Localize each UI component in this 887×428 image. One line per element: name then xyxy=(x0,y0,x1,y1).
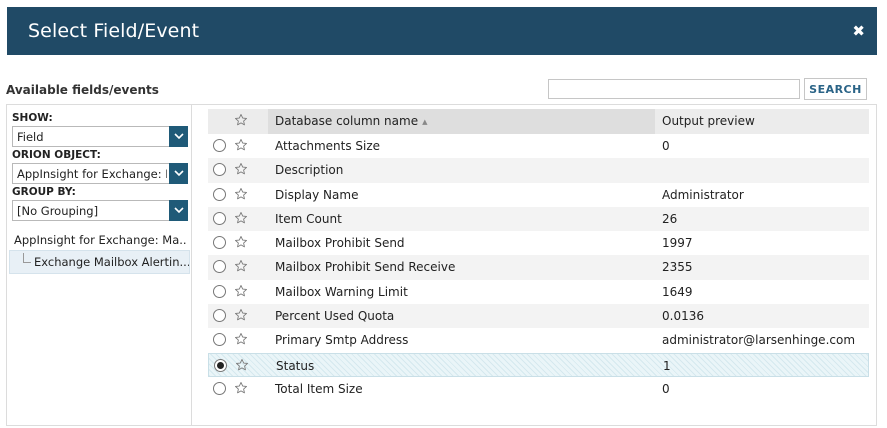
row-radio-button[interactable] xyxy=(213,211,226,225)
fields-grid: Database column name ▲ Output preview Att… xyxy=(191,104,877,426)
row-radio-button[interactable] xyxy=(213,163,226,177)
row-radio-button[interactable] xyxy=(213,236,226,250)
row-radio-button[interactable] xyxy=(213,187,226,201)
cell-column-name: Percent Used Quota xyxy=(275,309,395,324)
search-input[interactable] xyxy=(548,79,800,99)
cell-output-preview: 2355 xyxy=(662,260,693,275)
star-outline-icon[interactable] xyxy=(234,284,248,301)
dialog-titlebar: Select Field/Event ✖ xyxy=(7,7,877,55)
group-by-select-value: [No Grouping] xyxy=(17,204,99,218)
available-fields-label: Available fields/events xyxy=(6,83,159,97)
row-radio-button[interactable] xyxy=(213,284,226,298)
cell-output-preview: 1649 xyxy=(662,284,693,299)
search-button[interactable]: SEARCH xyxy=(804,78,867,100)
star-outline-icon[interactable] xyxy=(234,138,248,155)
star-outline-icon[interactable] xyxy=(234,332,248,349)
row-radio-button[interactable] xyxy=(213,381,226,395)
group-by-label: GROUP BY: xyxy=(12,186,76,198)
cell-output-preview: 26 xyxy=(662,211,678,226)
cell-column-name: Display Name xyxy=(275,187,359,202)
row-radio-button[interactable] xyxy=(213,139,226,152)
star-outline-icon[interactable] xyxy=(234,162,248,179)
group-by-select[interactable]: [No Grouping] xyxy=(12,200,188,221)
cell-output-preview: 0.0136 xyxy=(662,309,704,324)
cell-column-name: Description xyxy=(275,163,344,178)
cell-output-preview: administrator@larsenhinge.com xyxy=(662,333,856,348)
star-outline-icon[interactable] xyxy=(234,259,248,276)
column-header-name-label: Database column name xyxy=(275,114,419,128)
filter-panel: SHOW: Field ORION OBJECT: AppInsight for… xyxy=(6,104,191,426)
chevron-down-icon[interactable] xyxy=(169,126,188,147)
row-radio-button[interactable] xyxy=(214,358,227,372)
orion-object-select-value: AppInsight for Exchange: M xyxy=(17,167,167,181)
column-header-output[interactable]: Output preview xyxy=(655,109,755,134)
cell-output-preview: 0 xyxy=(662,381,670,396)
row-radio-button[interactable] xyxy=(213,309,226,323)
star-outline-icon[interactable] xyxy=(234,113,248,130)
star-outline-icon[interactable] xyxy=(234,187,248,204)
table-row[interactable]: Primary Smtp Address administrator@larsen… xyxy=(208,328,869,352)
chevron-down-icon[interactable] xyxy=(169,200,188,221)
table-row[interactable]: Display Name Administrator xyxy=(208,183,869,207)
star-outline-icon[interactable] xyxy=(235,358,249,375)
dialog-title: Select Field/Event xyxy=(28,20,200,42)
tree-child-item[interactable]: Exchange Mailbox Alertin... xyxy=(9,250,190,274)
cell-column-name: Attachments Size xyxy=(275,139,381,153)
cell-output-preview: 1997 xyxy=(662,236,693,251)
table-row[interactable]: Mailbox Warning Limit 1649 xyxy=(208,280,869,304)
cell-column-name: Item Count xyxy=(275,211,342,226)
cell-output-preview: Administrator xyxy=(662,187,744,202)
orion-object-label: ORION OBJECT: xyxy=(12,149,101,161)
sort-ascending-icon: ▲ xyxy=(422,118,428,126)
star-outline-icon[interactable] xyxy=(234,235,248,252)
column-header-name[interactable]: Database column name ▲ xyxy=(268,109,655,134)
tree-child-label: Exchange Mailbox Alertin... xyxy=(34,255,189,269)
show-select-value: Field xyxy=(17,130,44,144)
star-outline-icon[interactable] xyxy=(234,308,248,325)
star-outline-icon[interactable] xyxy=(234,211,248,228)
table-row[interactable]: Description xyxy=(208,158,869,183)
show-label: SHOW: xyxy=(12,112,53,124)
table-row[interactable]: Mailbox Prohibit Send Receive 2355 xyxy=(208,255,869,280)
row-radio-button[interactable] xyxy=(213,333,226,347)
table-row[interactable]: Attachments Size 0 xyxy=(208,134,869,158)
tree-root-item[interactable]: AppInsight for Exchange: Ma... xyxy=(14,233,186,247)
cell-column-name: Primary Smtp Address xyxy=(275,333,409,348)
cell-column-name: Mailbox Prohibit Send xyxy=(275,236,405,251)
table-row[interactable]: Mailbox Prohibit Send 1997 xyxy=(208,231,869,255)
table-row[interactable]: Percent Used Quota 0.0136 xyxy=(208,304,869,329)
table-row[interactable]: Item Count 26 xyxy=(208,206,869,232)
cell-output-preview: 0 xyxy=(662,139,670,153)
row-radio-button[interactable] xyxy=(213,260,226,274)
star-outline-icon[interactable] xyxy=(234,381,248,398)
close-icon[interactable]: ✖ xyxy=(852,22,877,40)
cell-output-preview: 1 xyxy=(663,358,671,373)
cell-column-name: Total Item Size xyxy=(275,381,363,396)
grid-rows: Attachments Size 0 Description Display Name… xyxy=(208,134,869,401)
table-row[interactable]: Total Item Size 0 xyxy=(208,377,869,401)
cell-column-name: Mailbox Prohibit Send Receive xyxy=(275,260,456,275)
chevron-down-icon[interactable] xyxy=(169,163,188,184)
fields-grid-body: Database column name ▲ Output preview Att… xyxy=(208,109,869,401)
tree-branch-line xyxy=(23,253,31,263)
cell-column-name: Mailbox Warning Limit xyxy=(275,284,408,299)
grid-header: Database column name ▲ Output preview xyxy=(208,109,869,134)
show-select[interactable]: Field xyxy=(12,126,188,147)
table-row[interactable]: Status 1 xyxy=(208,352,869,377)
orion-object-select[interactable]: AppInsight for Exchange: M xyxy=(12,163,188,184)
cell-column-name: Status xyxy=(276,358,315,373)
